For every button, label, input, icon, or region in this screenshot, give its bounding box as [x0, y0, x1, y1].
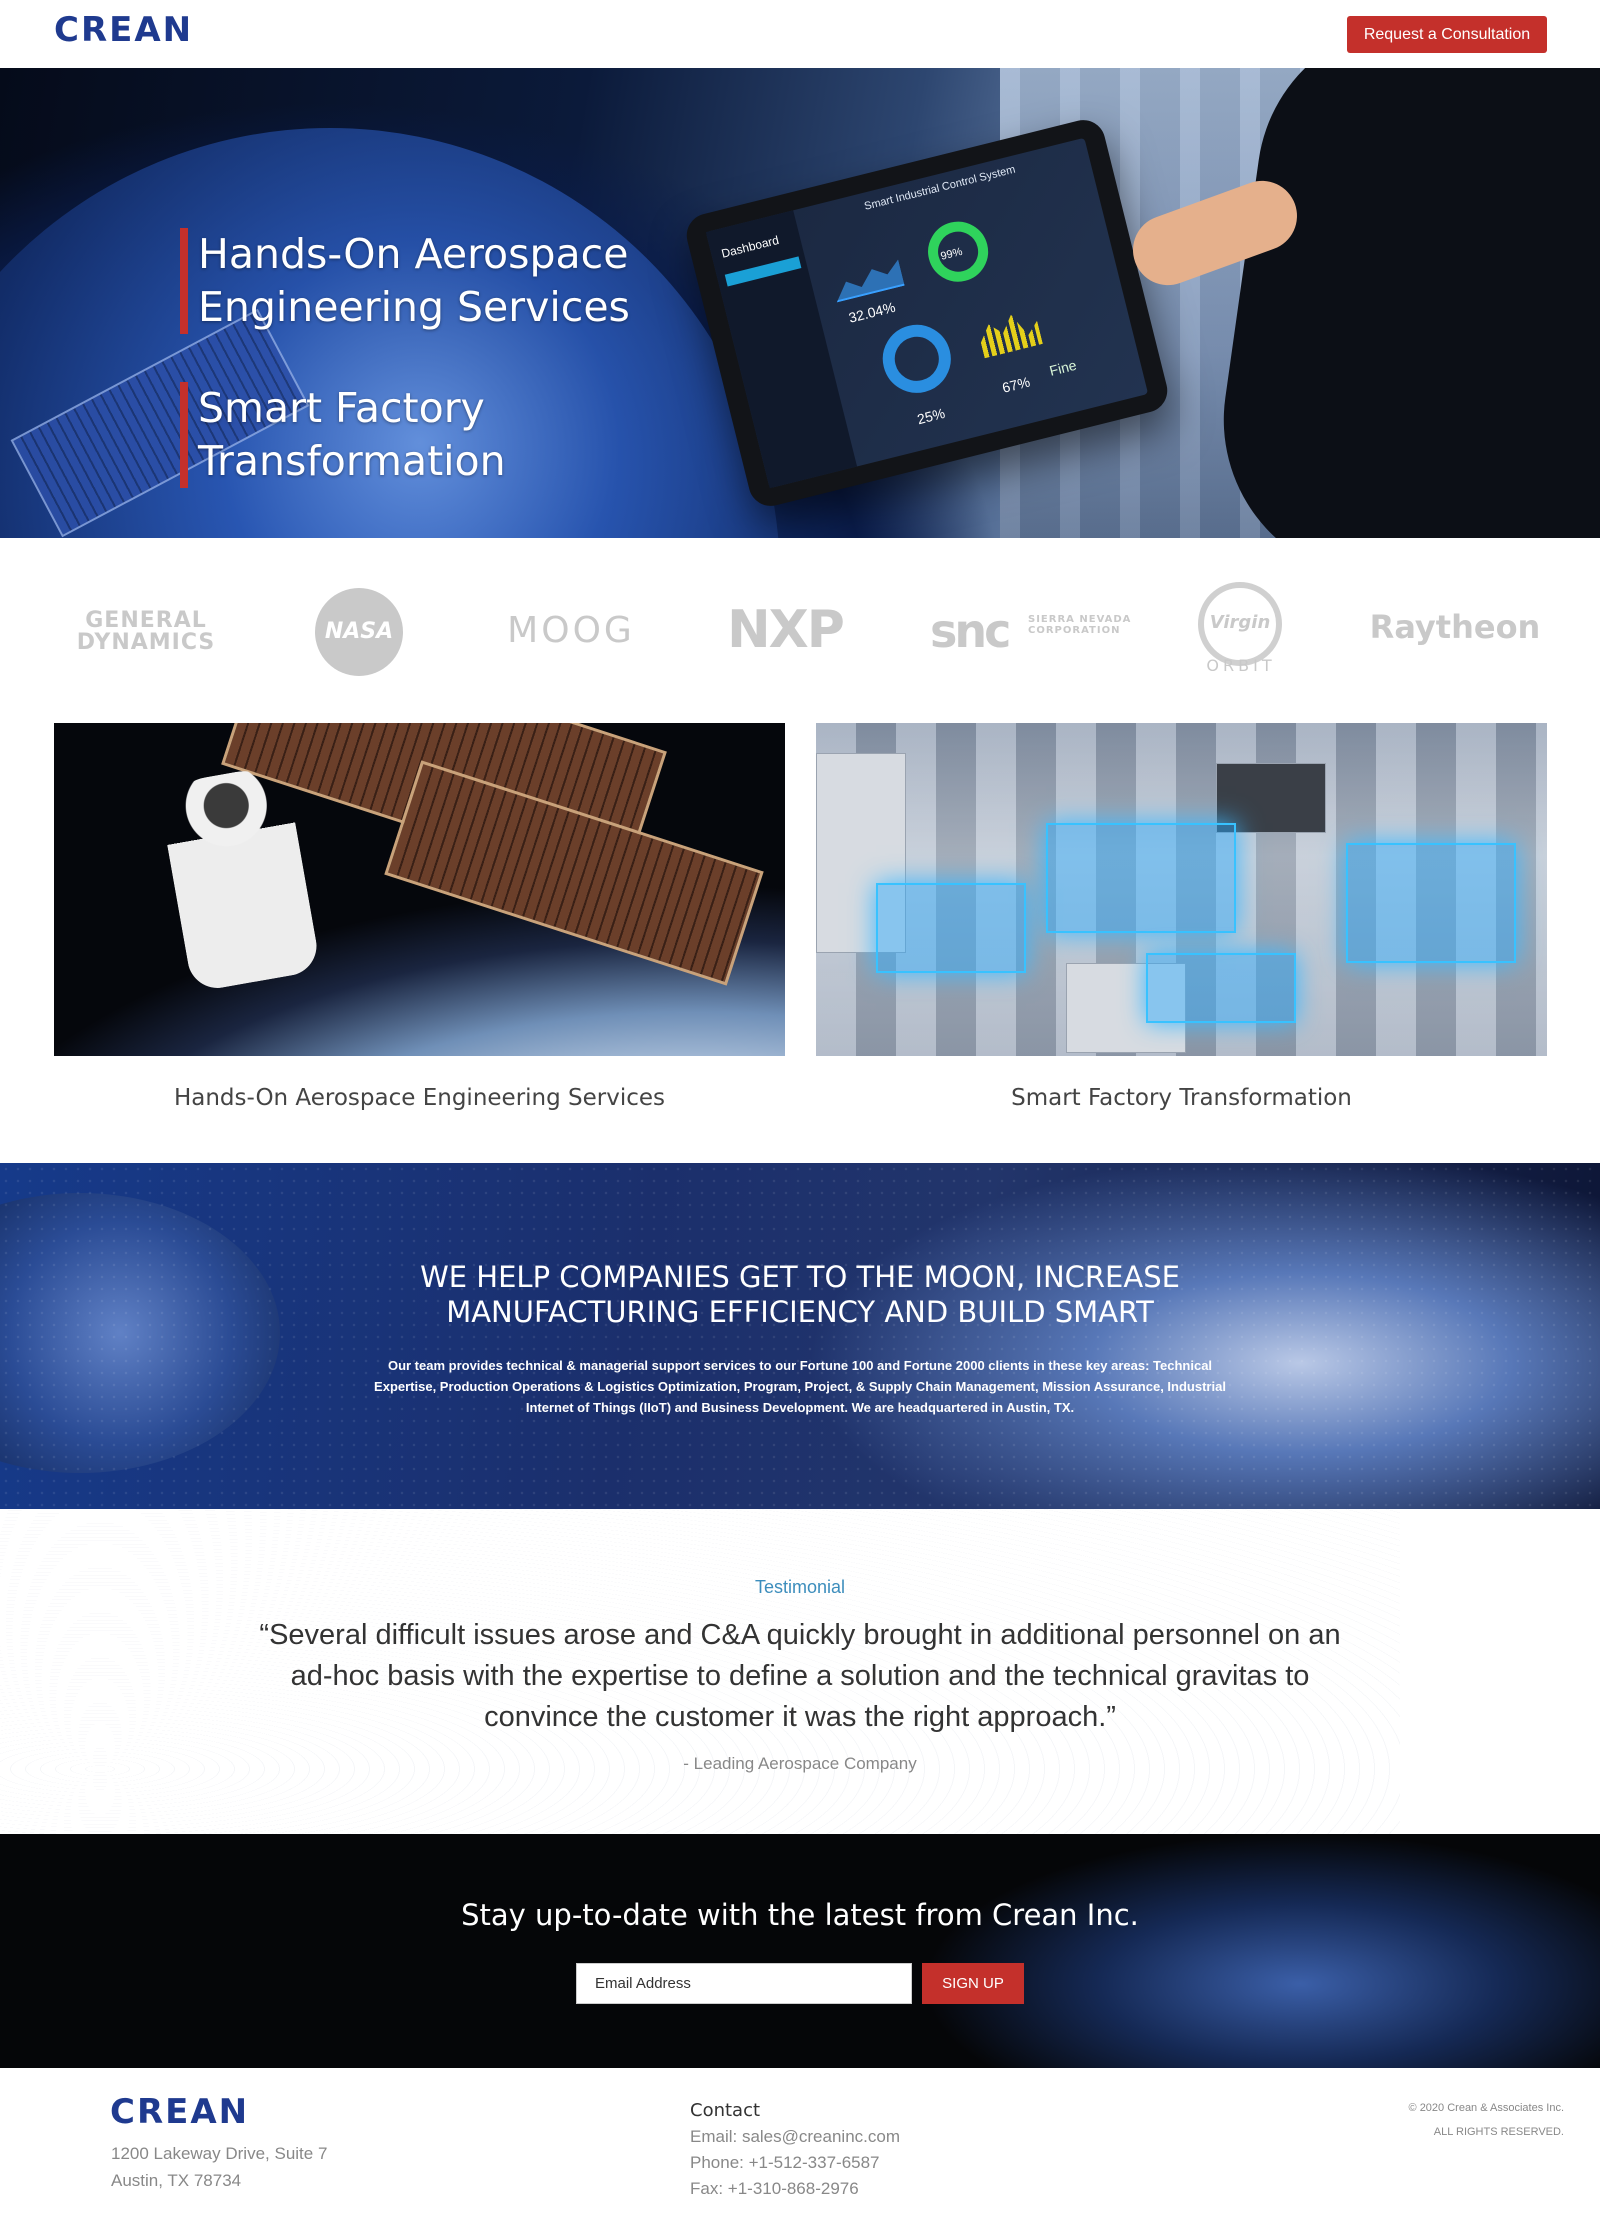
service-card-smart-factory[interactable]: Smart Factory Transformation	[816, 723, 1547, 1113]
client-logos: GENERAL DYNAMICS NASA MOOG NXP snc SIERR…	[0, 538, 1600, 723]
tablet-dashboard-label: Dashboard	[719, 232, 781, 261]
testimonial-source: - Leading Aerospace Company	[683, 1754, 917, 1773]
mission-section: WE HELP COMPANIES GET TO THE MOON, INCRE…	[0, 1163, 1600, 1509]
tablet-stat: Fine	[1047, 356, 1079, 379]
tablet-area-chart	[830, 256, 905, 302]
hero-heading-aerospace[interactable]: Hands-On Aerospace Engineering Services	[180, 228, 700, 334]
request-consultation-button[interactable]: Request a Consultation	[1347, 16, 1547, 53]
hologram-shape	[1346, 843, 1516, 963]
astronaut-figure	[156, 763, 322, 993]
tablet-stat: 67%	[1000, 373, 1032, 396]
newsletter-heading: Stay up-to-date with the latest from Cre…	[461, 1898, 1139, 1932]
virgin-orbit-logo: Virgin	[1198, 582, 1282, 666]
newsletter-section: Stay up-to-date with the latest from Cre…	[0, 1834, 1600, 2068]
person-arm-image	[1203, 68, 1600, 538]
address-line: 1200 Lakeway Drive, Suite 7	[111, 2144, 328, 2163]
hero-heading-smart-factory[interactable]: Smart Factory Transformation	[180, 382, 700, 488]
mission-heading: WE HELP COMPANIES GET TO THE MOON, INCRE…	[420, 1260, 1180, 1329]
tablet-donut-blue	[875, 317, 958, 401]
service-caption[interactable]: Hands-On Aerospace Engineering Services	[54, 1085, 785, 1111]
hologram-shape	[1046, 823, 1236, 933]
raytheon-logo: Raytheon	[1369, 608, 1541, 646]
testimonial-label: Testimonial	[754, 1577, 846, 1597]
service-caption[interactable]: Smart Factory Transformation	[816, 1085, 1547, 1111]
site-footer: CREAN 1200 Lakeway Drive, Suite 7 Austin…	[0, 2068, 1600, 2236]
nxp-logo: NXP	[727, 600, 845, 660]
crean-footer-logo[interactable]: CREAN	[110, 2092, 249, 2132]
hologram-shape	[876, 883, 1026, 973]
hero-banner: Dashboard Smart Industrial Control Syste…	[0, 68, 1600, 538]
tablet-stat: 25%	[915, 404, 947, 428]
astronaut-image[interactable]	[54, 723, 785, 1056]
contact-email[interactable]: Email: sales@creaninc.com	[690, 2127, 900, 2147]
contact-fax: Fax: +1-310-868-2976	[690, 2179, 859, 2198]
virgin-orbit-logo-text: ORBIT	[1206, 656, 1276, 675]
rights-text: ALL RIGHTS RESERVED.	[1433, 2126, 1564, 2138]
sign-up-button[interactable]: SIGN UP	[922, 1963, 1024, 2004]
testimonial-quote: “Several difficult issues arose and C&A …	[259, 1619, 1341, 1733]
tablet-title: Smart Industrial Control System	[863, 163, 1017, 213]
snc-logo: snc	[930, 604, 1011, 658]
crean-logo[interactable]: CREAN	[54, 10, 193, 50]
site-header: CREAN Request a Consultation	[0, 0, 1600, 68]
smart-factory-image[interactable]	[816, 723, 1547, 1056]
contact-heading: Contact	[690, 2100, 761, 2121]
nasa-logo: NASA	[315, 588, 403, 676]
snc-logo-subtitle: SIERRA NEVADA CORPORATION	[1028, 614, 1132, 636]
email-input[interactable]	[576, 1963, 912, 2004]
moog-logo: MOOG	[507, 610, 635, 651]
general-dynamics-logo: GENERAL DYNAMICS	[76, 608, 216, 655]
hologram-shape	[1146, 953, 1296, 1023]
mission-body: Our team provides technical & managerial…	[374, 1358, 1226, 1415]
address-line: Austin, TX 78734	[111, 2171, 242, 2190]
contact-phone[interactable]: Phone: +1-512-337-6587	[690, 2153, 880, 2173]
tablet-stat: 32.04%	[846, 298, 897, 326]
copyright-text: © 2020 Crean & Associates Inc.	[1408, 2102, 1564, 2114]
testimonial-section: Testimonial “Several difficult issues ar…	[0, 1509, 1600, 1834]
service-card-aerospace[interactable]: Hands-On Aerospace Engineering Services	[54, 723, 785, 1113]
tablet-selected-item	[724, 256, 802, 287]
tablet-bar-chart	[975, 305, 1043, 358]
dot-pattern	[0, 1163, 1600, 1509]
